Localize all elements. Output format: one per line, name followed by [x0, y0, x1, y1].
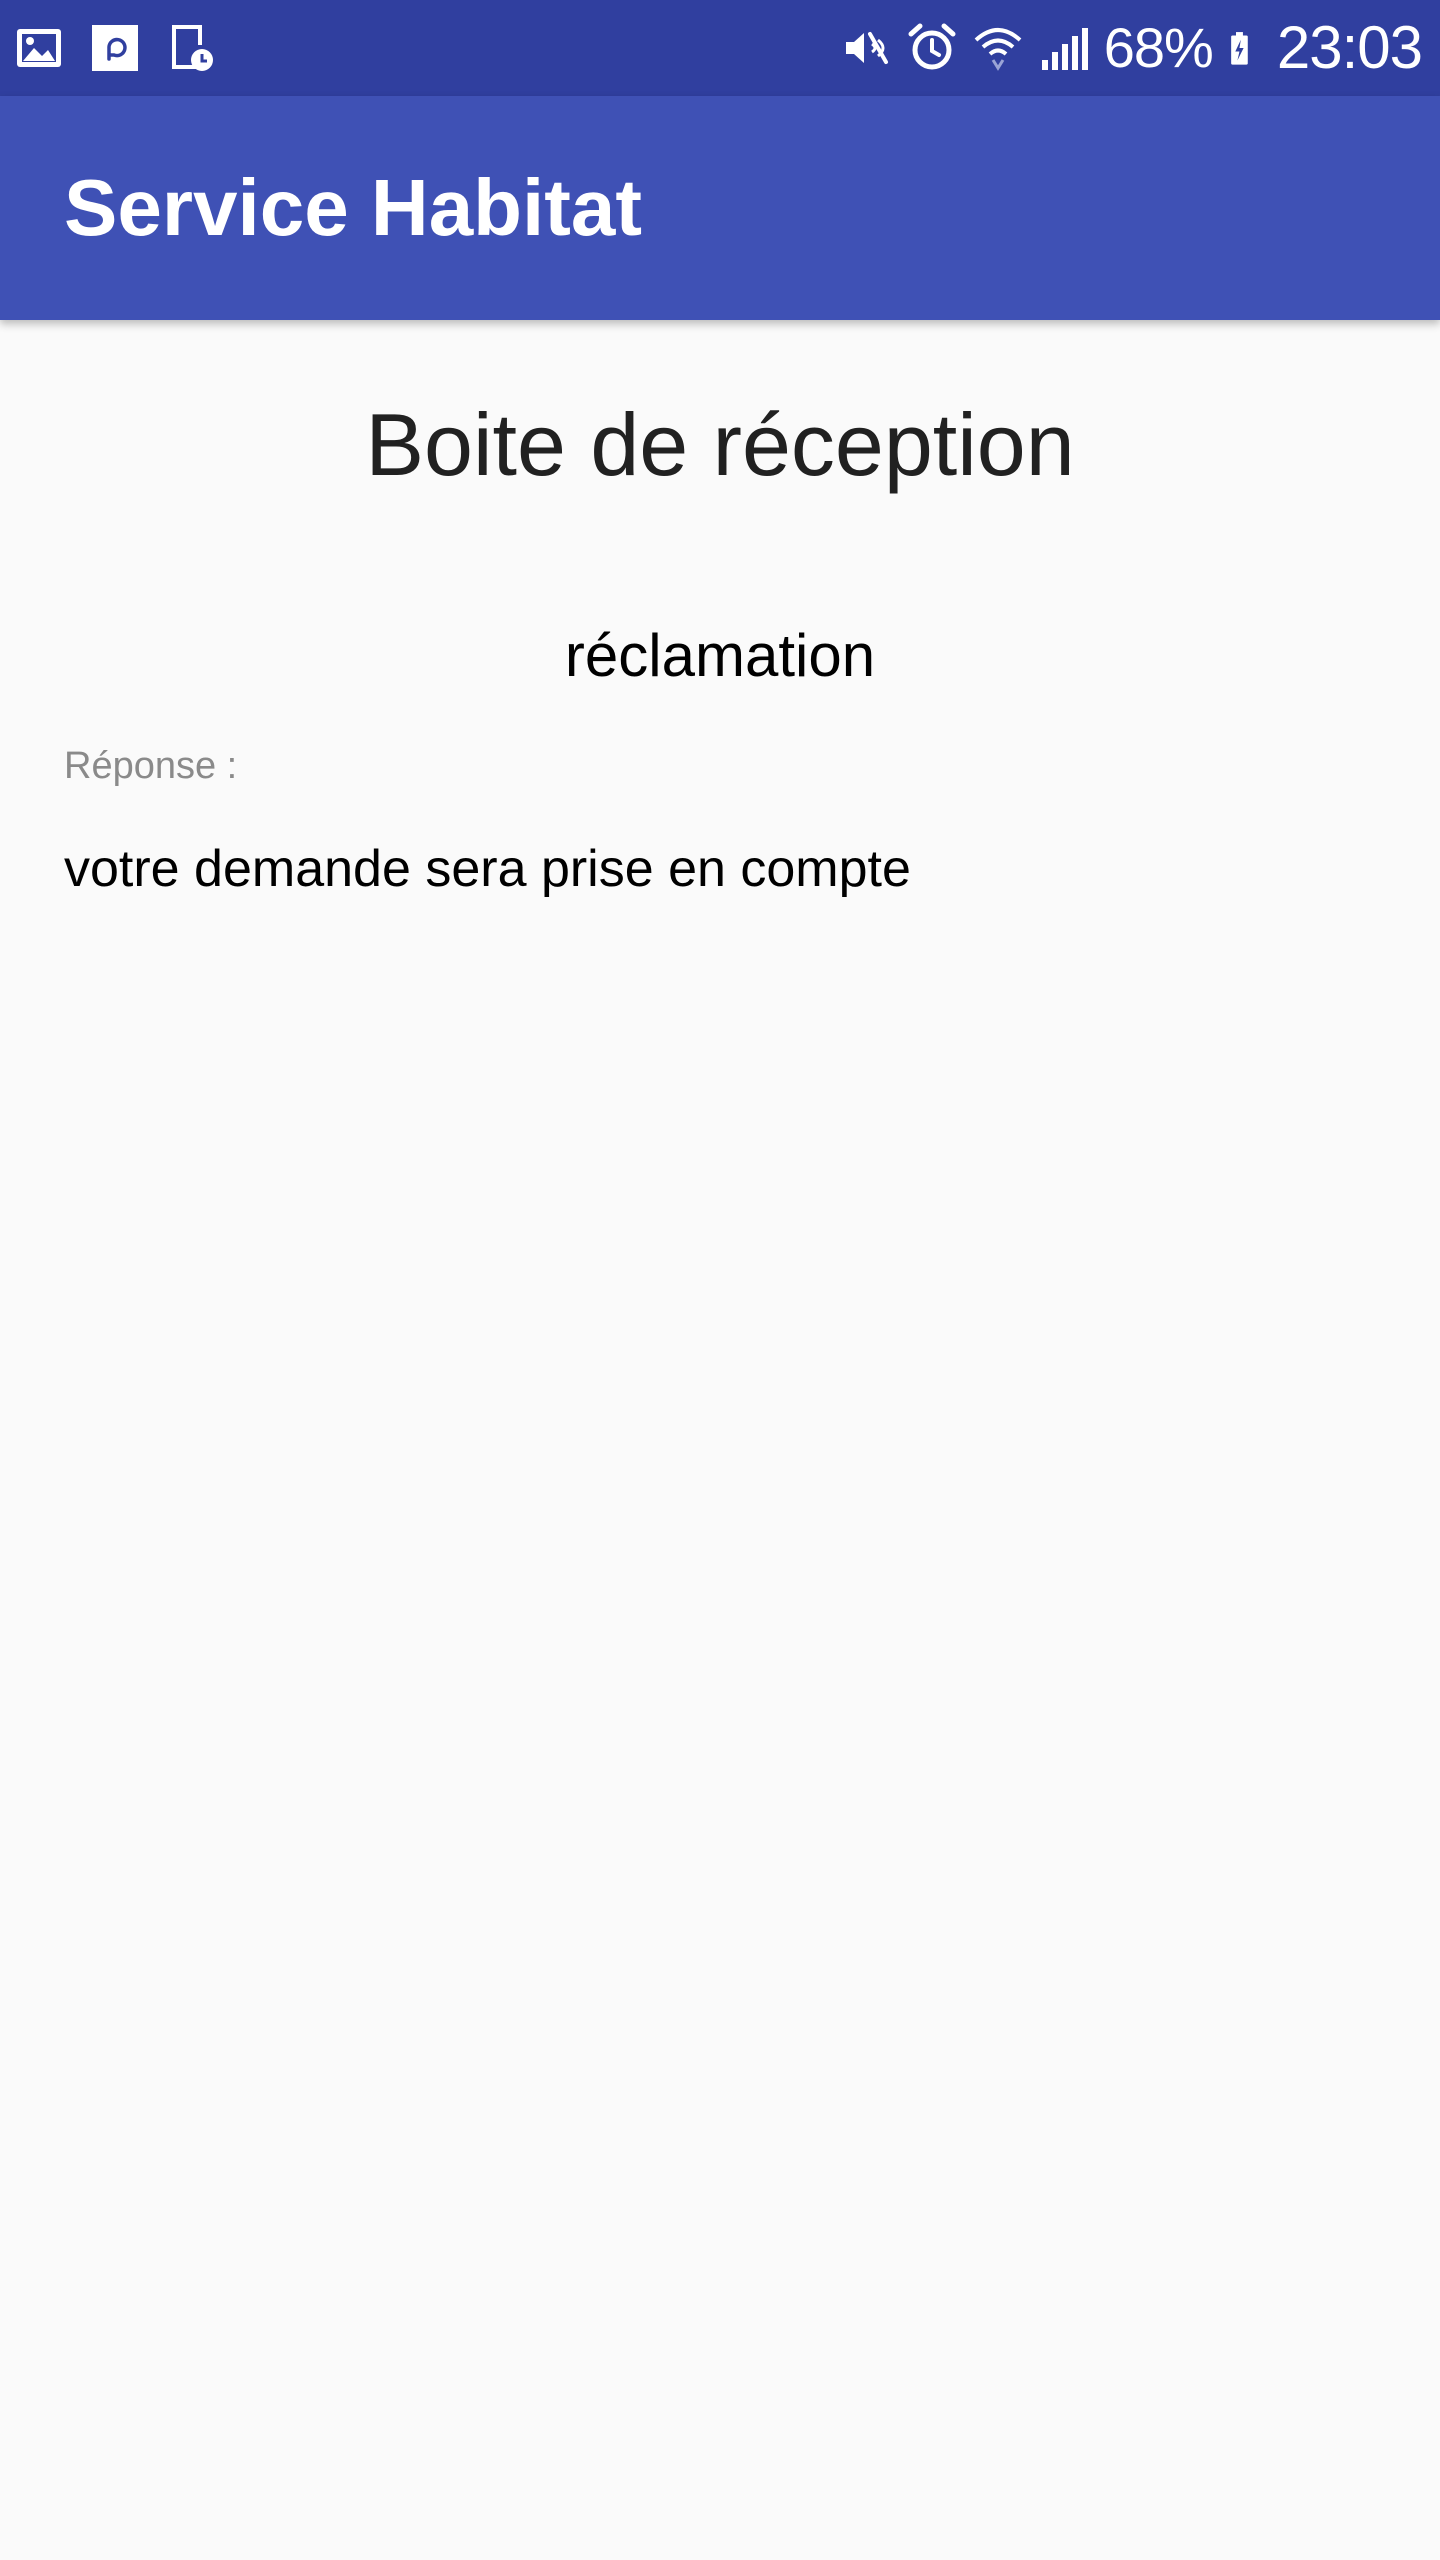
inbox-screen: Boite de réception réclamation Réponse :…	[0, 320, 1440, 2560]
mute-vibrate-icon	[845, 32, 888, 64]
page-title: Boite de réception	[365, 395, 1075, 494]
app-bar: Service Habitat	[0, 96, 1440, 320]
pinterest-app-icon	[92, 25, 138, 71]
system-status: 68% 23:03	[840, 0, 1423, 96]
signal-icon	[1041, 28, 1088, 70]
clock-time: 23:03	[1276, 14, 1423, 81]
battery-percentage: 68%	[1103, 16, 1214, 79]
status-bar: 68% 23:03	[0, 0, 1440, 96]
response-label: Réponse :	[64, 745, 238, 787]
wifi-icon	[974, 28, 1022, 71]
notification-icons	[14, 20, 216, 76]
screen-timer-icon	[172, 25, 213, 71]
battery-charging-icon	[1230, 32, 1248, 65]
alarm-clock-icon	[908, 23, 956, 70]
gallery-icon	[17, 29, 61, 67]
message-subject: réclamation	[564, 622, 876, 689]
app-title: Service Habitat	[64, 163, 643, 252]
response-text: votre demande sera prise en compte	[64, 840, 911, 898]
